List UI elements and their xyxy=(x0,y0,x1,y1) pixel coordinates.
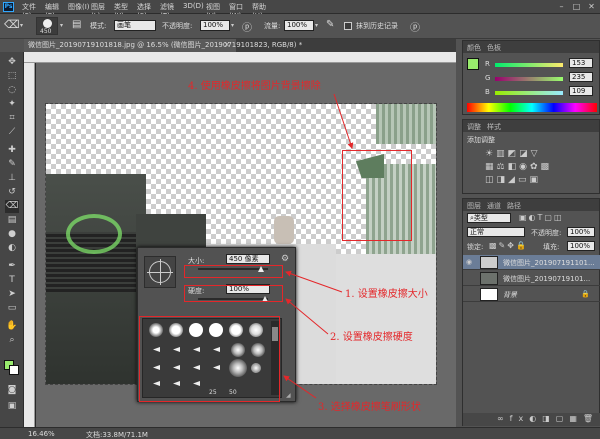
layer-name[interactable]: 微信图片_20190719101... xyxy=(503,274,590,284)
tab-color[interactable]: 颜色 xyxy=(467,43,481,53)
red-slider-row: R 153 xyxy=(463,58,600,71)
layer-opacity-input[interactable]: 100% xyxy=(567,227,595,237)
document-size: 文档:33.8M/71.1M xyxy=(86,431,148,439)
invert-icon[interactable]: ◫ xyxy=(485,175,497,185)
arrow-1 xyxy=(285,270,343,293)
tab-swatches[interactable]: 色板 xyxy=(487,43,501,53)
blue-value[interactable]: 109 xyxy=(569,86,593,96)
status-bar: 16.46% 文档:33.8M/71.1M xyxy=(0,427,600,439)
layer-row[interactable]: ◉ 微信图片_201907191101... xyxy=(463,255,600,270)
layers-footer: ∞fx◐◨▢▦🗑 xyxy=(463,413,600,426)
eye-icon[interactable]: ◉ xyxy=(466,258,474,266)
blue-label: B xyxy=(485,88,490,96)
hue-icon[interactable]: ▦ xyxy=(485,162,497,172)
posterize-icon[interactable]: ◨ xyxy=(497,175,509,185)
tab-styles[interactable]: 样式 xyxy=(487,122,501,132)
selective-color-icon[interactable]: ▣ xyxy=(529,175,541,185)
arrow-3 xyxy=(283,375,317,399)
photo-filter-icon[interactable]: ◉ xyxy=(519,162,530,172)
layer-thumbnail xyxy=(480,256,498,269)
layer-kind-filter[interactable]: ⌕类型 xyxy=(467,213,511,223)
eye-icon[interactable] xyxy=(466,274,474,282)
zoom-readout[interactable]: 16.46% xyxy=(28,430,55,438)
threshold-icon[interactable]: ◢ xyxy=(508,175,518,185)
fill-label: 填充: xyxy=(543,243,560,251)
blend-mode-select[interactable]: 正常 xyxy=(467,227,525,237)
color-panel-header: 颜色 色板 xyxy=(463,41,599,53)
blue-slider-row: B 109 xyxy=(463,86,600,99)
red-label: R xyxy=(485,60,490,68)
green-label: G xyxy=(485,74,491,82)
layer-row[interactable]: 微信图片_20190719101... xyxy=(463,271,600,286)
balance-icon[interactable]: ⚖ xyxy=(497,162,508,172)
green-slider-row: G 235 xyxy=(463,72,600,85)
layer-kind-label: 类型 xyxy=(473,214,488,222)
lookup-icon[interactable]: ▩ xyxy=(541,162,553,172)
color-panel: 颜色 色板 R 153 G 235 B 109 xyxy=(462,40,600,115)
lock-icon: 🔒 xyxy=(581,290,590,298)
tab-layers[interactable]: 图层 xyxy=(467,201,481,211)
blue-slider[interactable] xyxy=(495,91,563,95)
lock-icons[interactable]: ▩✎✥🔒 xyxy=(489,241,528,250)
green-value[interactable]: 235 xyxy=(569,72,593,82)
arrow-4 xyxy=(333,93,354,149)
gradient-map-icon[interactable]: ▭ xyxy=(518,175,530,185)
color-spectrum-bar[interactable] xyxy=(467,103,597,112)
layer-thumbnail xyxy=(480,272,498,285)
photoshop-window: Ps 文件(F) 编辑(E) 图像(I) 图层(L) 类型(Y) 选择(S) 滤… xyxy=(0,0,600,439)
layer-footer-icons[interactable]: ∞fx◐◨▢▦🗑 xyxy=(497,414,599,423)
add-adjustment-title: 添加调整 xyxy=(467,136,495,144)
brightness-icon[interactable]: ☀ xyxy=(485,149,496,159)
tab-channels[interactable]: 通道 xyxy=(487,201,501,211)
arrow-2 xyxy=(285,298,329,335)
mixer-icon[interactable]: ✿ xyxy=(530,162,541,172)
red-slider[interactable] xyxy=(495,63,563,67)
layer-name[interactable]: 背景 xyxy=(503,290,517,300)
layers-panel-header: 图层 通道 路径 xyxy=(463,199,599,211)
exposure-icon[interactable]: ◪ xyxy=(519,149,531,159)
tab-paths[interactable]: 路径 xyxy=(507,201,521,211)
tab-adjustments[interactable]: 调整 xyxy=(467,122,481,132)
adjustments-panel: 调整 样式 添加调整 ☀▥◩◪▽ ▦⚖◧◉✿▩ ◫◨◢▭▣ xyxy=(462,119,600,194)
adjustment-icons[interactable]: ☀▥◩◪▽ ▦⚖◧◉✿▩ ◫◨◢▭▣ xyxy=(485,148,595,187)
green-slider[interactable] xyxy=(495,77,563,81)
layer-opacity-label: 不透明度: xyxy=(531,229,562,237)
curves-icon[interactable]: ◩ xyxy=(508,149,520,159)
red-value[interactable]: 153 xyxy=(569,58,593,68)
lock-label: 锁定: xyxy=(467,243,484,251)
adjustments-panel-header: 调整 样式 xyxy=(463,120,599,132)
vibrance-icon[interactable]: ▽ xyxy=(531,149,541,159)
levels-icon[interactable]: ▥ xyxy=(496,149,508,159)
layer-thumbnail xyxy=(480,288,498,301)
layers-panel: 图层 通道 路径 ⌕类型 ▣◐T▢◫ 正常 不透明度: 100% 锁定: ▩✎✥… xyxy=(462,198,600,426)
eye-icon[interactable] xyxy=(466,290,474,298)
layer-filter-icons[interactable]: ▣◐T▢◫ xyxy=(519,213,564,222)
layer-row[interactable]: 背景 🔒 xyxy=(463,287,600,302)
bw-icon[interactable]: ◧ xyxy=(508,162,520,172)
fill-input[interactable]: 100% xyxy=(567,241,595,251)
layer-name[interactable]: 微信图片_201907191101... xyxy=(503,258,595,268)
